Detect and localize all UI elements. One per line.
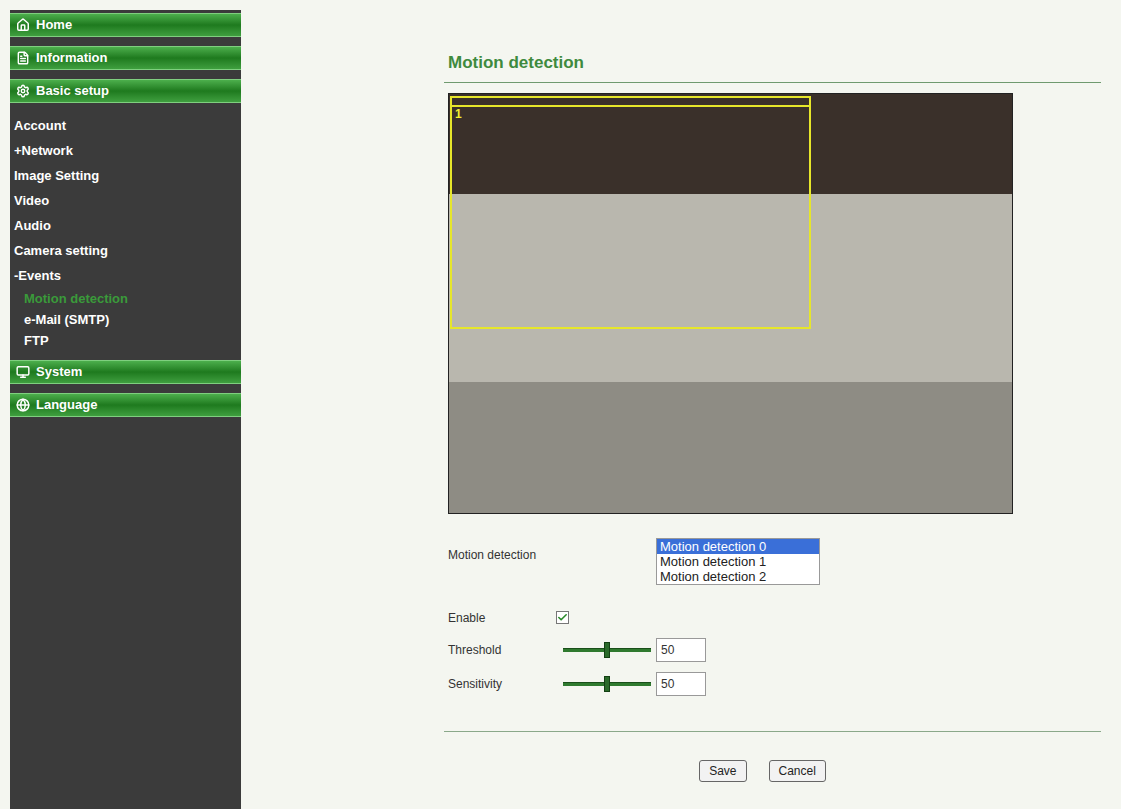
action-button[interactable]: Save (699, 760, 746, 782)
sidebar-header[interactable]: Home (10, 13, 241, 37)
check-icon (557, 612, 568, 623)
sidebar-header[interactable]: System (10, 360, 241, 384)
sidebar-item[interactable]: +Network (10, 138, 241, 163)
detection-listbox[interactable]: Motion detection 0Motion detection 1Moti… (656, 538, 820, 585)
sidebar-item[interactable]: Account (10, 113, 241, 138)
slider-thumb[interactable] (604, 676, 610, 692)
region-label: 1 (455, 108, 462, 120)
settings-form: Motion detectionMotion detection 0Motion… (448, 538, 1101, 701)
gear-icon (16, 84, 30, 98)
content: Motion detection1Motion detectionMotion … (241, 0, 1101, 809)
divider (444, 731, 1101, 732)
sidebar: Home Information Basic setup Account+Networ… (10, 10, 241, 809)
action-button[interactable]: Cancel (769, 760, 826, 782)
sidebar-item[interactable]: Video (10, 188, 241, 213)
field-label: Motion detection (448, 538, 656, 564)
sidebar-header[interactable]: Information (10, 46, 241, 70)
sidebar-item[interactable]: Camera setting (10, 238, 241, 263)
sidebar-item[interactable]: FTP (10, 330, 241, 351)
sidebar-item[interactable]: Motion detection (10, 288, 241, 309)
slider-thumb[interactable] (604, 642, 610, 658)
value-field[interactable]: 50 (656, 672, 706, 696)
listbox-option[interactable]: Motion detection 1 (657, 554, 819, 569)
sidebar-item[interactable]: e-Mail (SMTP) (10, 309, 241, 330)
sidebar-header[interactable]: Basic setup (10, 79, 241, 103)
home-icon (16, 18, 30, 32)
app: Home Information Basic setup Account+Networ… (0, 0, 1121, 809)
sidebar-item[interactable]: -Events (10, 263, 241, 288)
button-bar: Save Cancel (444, 760, 1101, 782)
globe-icon (16, 398, 30, 412)
sidebar-header[interactable]: Language (10, 393, 241, 417)
listbox-option[interactable]: Motion detection 0 (657, 539, 819, 554)
slider-row: Threshold50 (448, 633, 1101, 667)
slider-row: Sensitivity50 (448, 667, 1101, 701)
monitor-icon (16, 365, 30, 379)
slider[interactable] (563, 674, 651, 694)
field-label: Enable (448, 609, 556, 627)
sidebar-item[interactable]: Audio (10, 213, 241, 238)
sidebar-item[interactable]: Image Setting (10, 163, 241, 188)
motion-region[interactable]: 1 (450, 96, 811, 329)
page-title: Motion detection (444, 50, 1101, 83)
enable-checkbox[interactable] (556, 611, 569, 624)
listbox-option[interactable]: Motion detection 2 (657, 569, 819, 584)
value-field[interactable]: 50 (656, 638, 706, 662)
camera-preview: 1 (448, 93, 1013, 514)
document-icon (16, 51, 30, 65)
slider[interactable] (563, 640, 651, 660)
